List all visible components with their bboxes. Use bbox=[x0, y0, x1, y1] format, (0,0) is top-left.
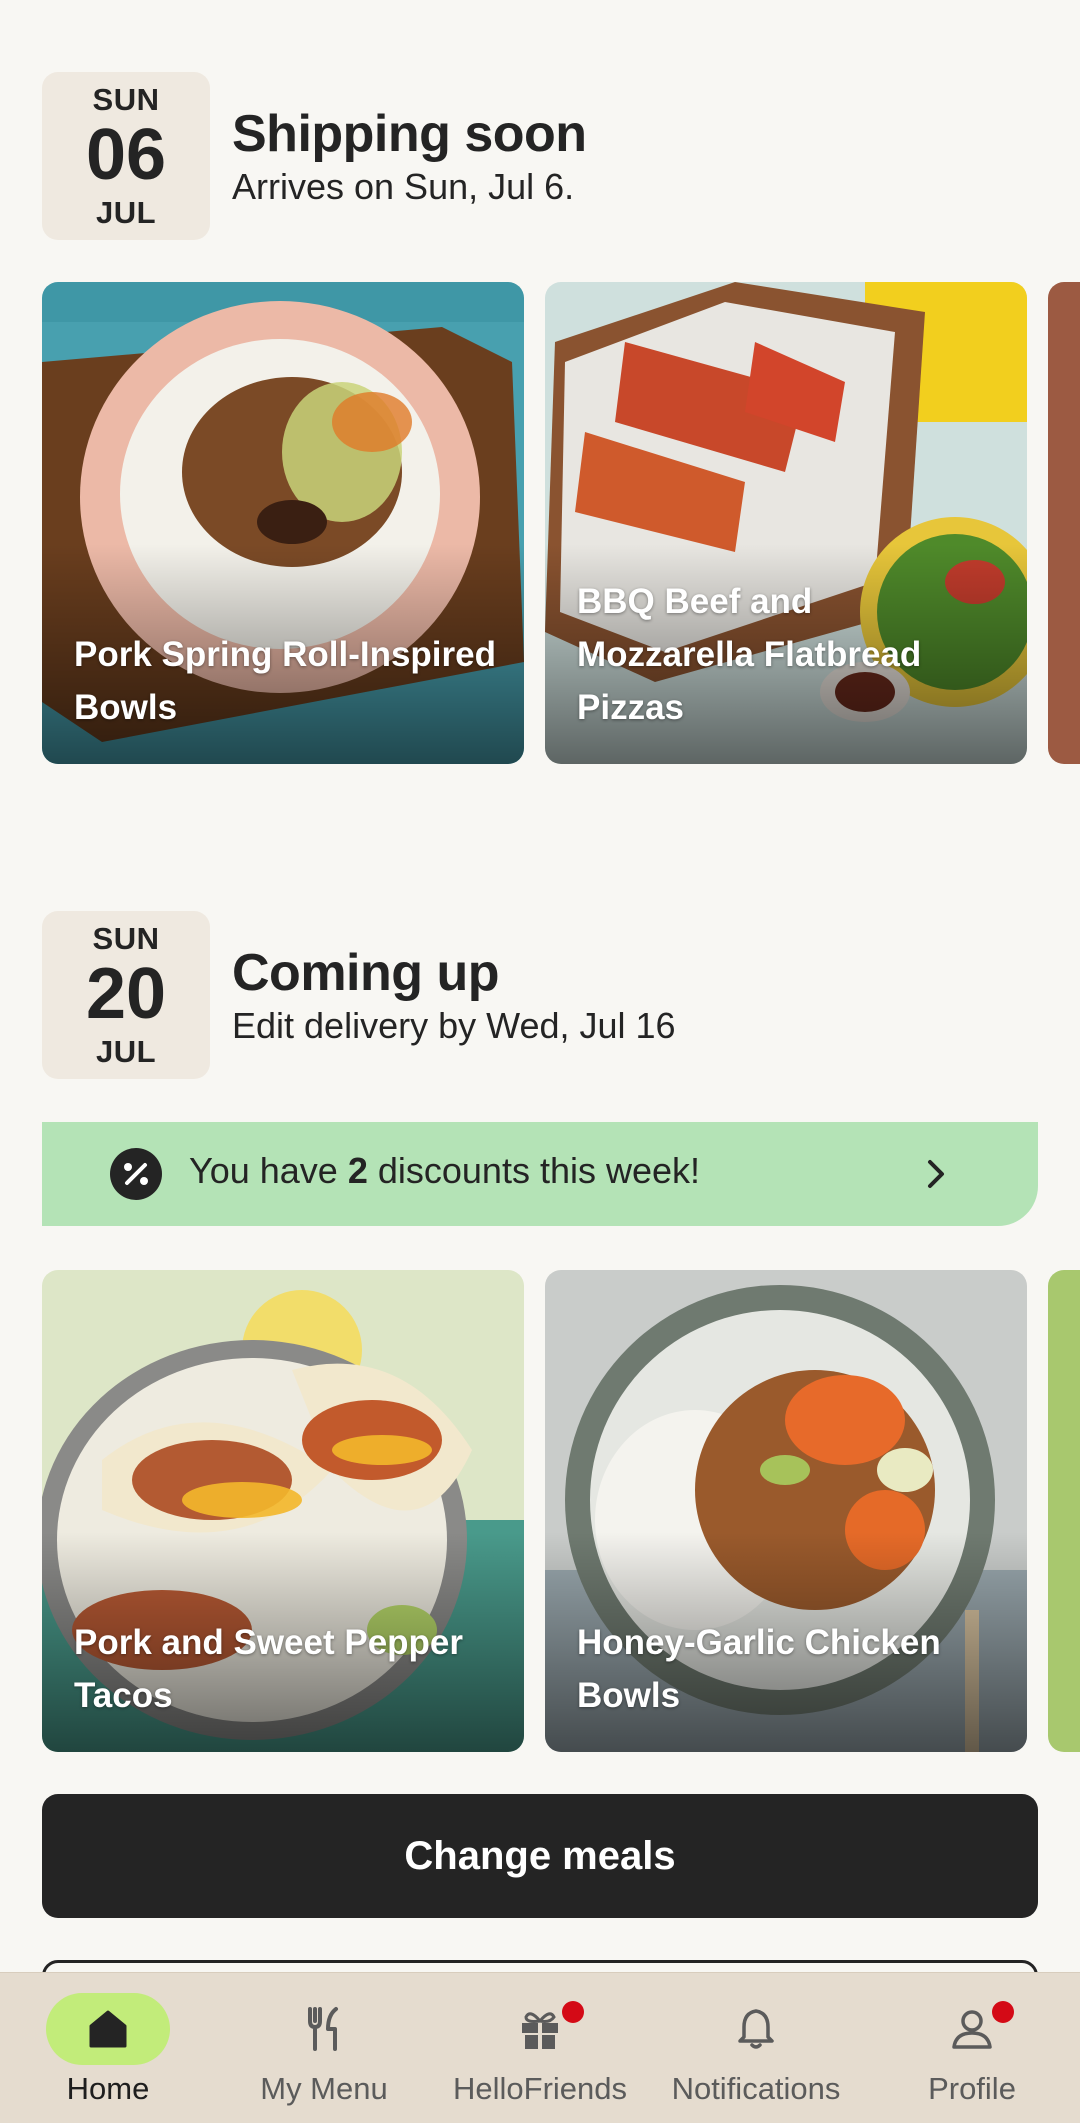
nav-label: Home bbox=[66, 2071, 150, 2106]
date-dow: SUN bbox=[92, 921, 160, 956]
meal-card-peek[interactable] bbox=[1048, 1270, 1080, 1752]
date-month: JUL bbox=[95, 1034, 157, 1069]
nav-label: My Menu bbox=[260, 2071, 388, 2106]
percent-icon bbox=[110, 1148, 162, 1200]
nav-label: Profile bbox=[928, 2071, 1016, 2106]
meal-card[interactable]: Pork and Sweet Pepper Tacos bbox=[42, 1270, 524, 1752]
notification-badge bbox=[992, 2001, 1014, 2023]
home-icon bbox=[89, 2010, 127, 2048]
upcoming-meal-carousel[interactable]: Pork and Sweet Pepper Tacos Honey-Garlic… bbox=[0, 1270, 1080, 1752]
date-day: 20 bbox=[85, 954, 167, 1034]
nav-item-home[interactable]: Home bbox=[0, 1973, 216, 2123]
nav-item-my-menu[interactable]: My Menu bbox=[216, 1973, 432, 2123]
upcoming-title: Coming up bbox=[232, 944, 500, 1002]
upcoming-subtitle: Edit delivery by Wed, Jul 16 bbox=[232, 1005, 676, 1046]
fork-knife-icon bbox=[308, 2007, 338, 2051]
discount-suffix: discounts this week! bbox=[367, 1150, 701, 1191]
change-meals-button[interactable]: Change meals bbox=[42, 1794, 1038, 1918]
chevron-right-icon bbox=[918, 1156, 954, 1192]
nav-icon-wrap bbox=[694, 1993, 818, 2065]
gift-icon bbox=[522, 2012, 558, 2049]
meal-card[interactable]: Honey-Garlic Chicken Bowls bbox=[545, 1270, 1027, 1752]
meal-name: Honey-Garlic Chicken Bowls bbox=[577, 1623, 941, 1715]
nav-icon-wrap bbox=[910, 1993, 1034, 2065]
person-icon bbox=[952, 2010, 992, 2049]
upcoming-date-badge: SUN 20 JUL bbox=[42, 911, 210, 1079]
bell-icon bbox=[738, 2009, 774, 2049]
discount-prefix: You have bbox=[189, 1150, 348, 1191]
nav-active-pill bbox=[46, 1993, 170, 2065]
nav-item-hellofriends[interactable]: HelloFriends bbox=[432, 1973, 648, 2123]
upcoming-section: SUN 20 JUL Coming up Edit delivery by We… bbox=[0, 0, 1080, 2040]
meal-name: Pork and Sweet Pepper Tacos bbox=[74, 1623, 464, 1715]
nav-item-profile[interactable]: Profile bbox=[864, 1973, 1080, 2123]
notification-badge bbox=[562, 2001, 584, 2023]
discount-count: 2 bbox=[347, 1150, 368, 1191]
nav-icon-wrap bbox=[262, 1993, 386, 2065]
nav-item-notifications[interactable]: Notifications bbox=[648, 1973, 864, 2123]
discount-text: You have 2 discounts this week! bbox=[189, 1150, 700, 1192]
nav-label: HelloFriends bbox=[452, 2071, 627, 2106]
nav-icon-wrap bbox=[478, 1993, 602, 2065]
bottom-navigation: Home My Menu HelloFriends Notifications … bbox=[0, 1972, 1080, 2123]
discount-banner[interactable]: You have 2 discounts this week! bbox=[42, 1122, 1038, 1226]
nav-label: Notifications bbox=[671, 2071, 841, 2106]
